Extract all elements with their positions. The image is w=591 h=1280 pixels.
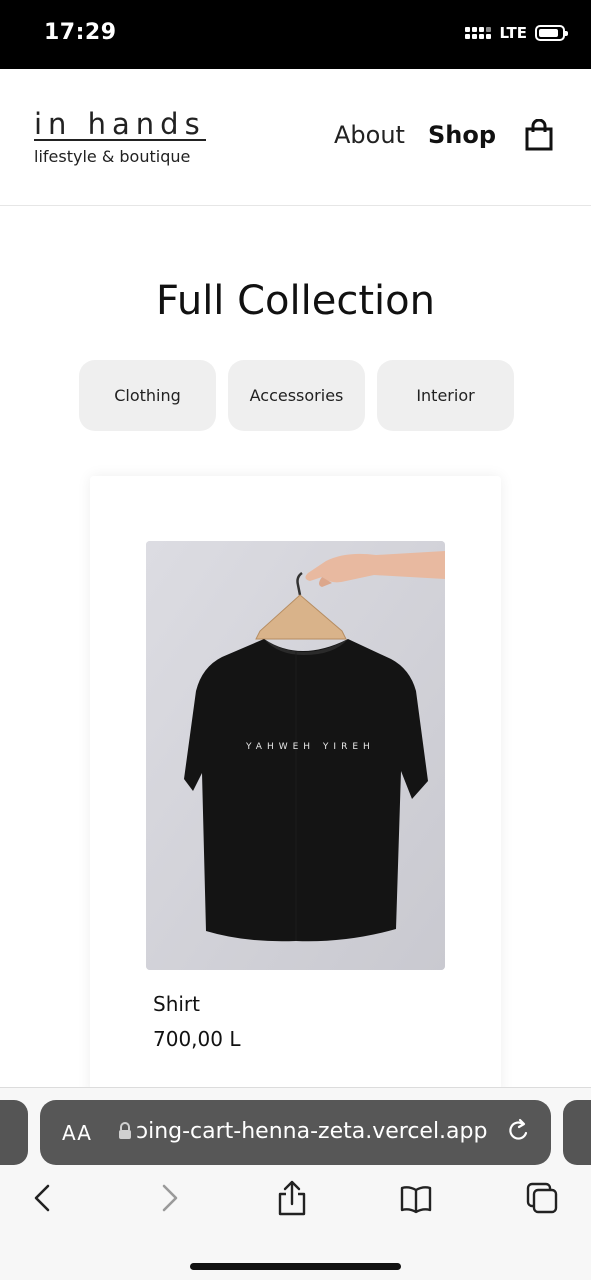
- url-text[interactable]: ɔing-cart-henna-zeta.vercel.app: [136, 1119, 514, 1144]
- product-price: 700,00 L: [153, 1027, 241, 1051]
- category-filters: Clothing Accessories Interior: [79, 360, 514, 431]
- address-bar[interactable]: AA ɔing-cart-henna-zeta.vercel.app: [40, 1100, 551, 1165]
- forward-icon[interactable]: [152, 1180, 184, 1216]
- product-card[interactable]: YAHWEH YIREH Shirt 700,00 L: [90, 476, 501, 1096]
- tabs-icon[interactable]: [526, 1180, 558, 1216]
- nav-shop-link[interactable]: Shop: [428, 121, 496, 149]
- previous-tab-preview[interactable]: [0, 1100, 28, 1165]
- product-image[interactable]: YAHWEH YIREH: [146, 541, 445, 970]
- browser-bottom-bar: AA ɔing-cart-henna-zeta.vercel.app: [0, 1087, 591, 1280]
- status-bar: 17:29 LTE: [0, 0, 591, 69]
- browser-toolbar: [0, 1180, 591, 1220]
- battery-icon: [535, 25, 568, 41]
- page-title: Full Collection: [156, 278, 435, 324]
- battery-fill: [539, 29, 558, 37]
- filter-interior-button[interactable]: Interior: [377, 360, 514, 431]
- signal-bars-icon: [465, 27, 492, 39]
- product-name: Shirt: [153, 992, 200, 1016]
- share-icon[interactable]: [276, 1180, 308, 1216]
- text-size-button[interactable]: AA: [62, 1121, 92, 1145]
- site-header: in hands lifestyle & boutique About Shop: [0, 69, 591, 206]
- status-indicators: LTE: [465, 24, 568, 42]
- logo-title: in hands: [34, 107, 206, 141]
- shirt-print: YAHWEH YIREH: [245, 742, 375, 752]
- main-nav: About Shop: [334, 119, 553, 151]
- reload-icon[interactable]: [507, 1118, 531, 1144]
- next-tab-preview[interactable]: [563, 1100, 591, 1165]
- text-size-label: AA: [62, 1121, 92, 1145]
- lock-icon: [119, 1122, 131, 1139]
- black-tshirt-on-hanger-image: YAHWEH YIREH: [146, 541, 445, 970]
- network-label: LTE: [499, 24, 527, 42]
- shopping-bag-icon[interactable]: [525, 119, 553, 151]
- back-icon[interactable]: [28, 1180, 60, 1216]
- logo[interactable]: in hands lifestyle & boutique: [34, 109, 206, 166]
- nav-about-link[interactable]: About: [334, 121, 405, 149]
- filter-accessories-button[interactable]: Accessories: [228, 360, 365, 431]
- bookmarks-icon[interactable]: [400, 1180, 432, 1216]
- home-indicator: [190, 1263, 401, 1270]
- logo-subtitle: lifestyle & boutique: [34, 147, 191, 166]
- filter-clothing-button[interactable]: Clothing: [79, 360, 216, 431]
- status-time: 17:29: [44, 20, 117, 45]
